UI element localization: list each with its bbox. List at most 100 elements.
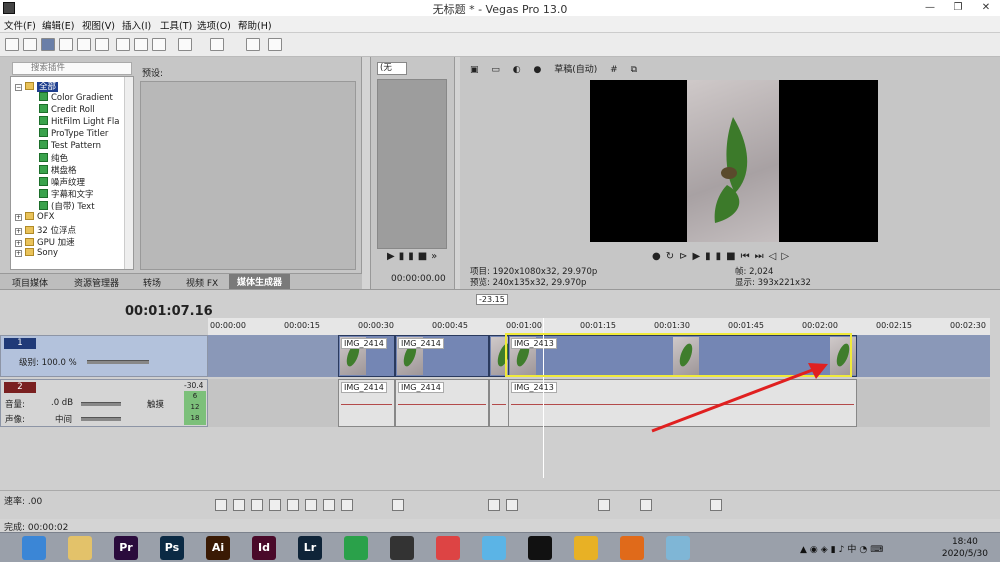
taskbar-app-blue-icon[interactable] — [482, 536, 506, 560]
expand-icon[interactable]: + — [15, 214, 22, 221]
taskbar-illustrator-icon[interactable]: Ai — [206, 536, 230, 560]
record-icon[interactable] — [215, 499, 227, 511]
tree-item[interactable]: Credit Roll — [39, 104, 95, 115]
timeline-marker[interactable]: -23.15 — [476, 294, 508, 305]
tab-transitions[interactable]: 转场 — [143, 276, 161, 289]
copy-icon[interactable] — [134, 38, 148, 51]
taskbar-explorer-icon[interactable] — [68, 536, 92, 560]
volume-slider[interactable] — [81, 402, 121, 406]
marker-icon[interactable] — [598, 499, 610, 511]
paste-icon[interactable] — [152, 38, 166, 51]
split-screen-icon[interactable]: ◐ — [513, 65, 521, 75]
loop-icon[interactable] — [233, 499, 245, 511]
menu-edit[interactable]: 编辑(E) — [42, 18, 74, 32]
taskbar-indesign-icon[interactable]: Id — [252, 536, 276, 560]
go-to-end-icon[interactable] — [341, 499, 353, 511]
close-button[interactable]: ✕ — [972, 0, 1000, 16]
taskbar-app-green-icon[interactable] — [344, 536, 368, 560]
video-clip[interactable]: IMG_2414 — [338, 335, 395, 377]
pan-slider[interactable] — [81, 417, 121, 421]
expand-icon[interactable]: + — [15, 228, 22, 235]
menu-options[interactable]: 选项(O) — [197, 18, 231, 32]
audio-clip[interactable]: IMG_2414 — [395, 379, 489, 427]
menu-help[interactable]: 帮助(H) — [238, 18, 272, 32]
tree-item[interactable]: HitFilm Light Fla — [39, 116, 119, 127]
cut-icon[interactable] — [116, 38, 130, 51]
touch-label[interactable]: 触摸 — [147, 398, 164, 410]
save-icon[interactable] — [41, 38, 55, 51]
render-icon[interactable] — [77, 38, 91, 51]
ripple-icon[interactable] — [710, 499, 722, 511]
menu-view[interactable]: 视图(V) — [82, 18, 115, 32]
brush-icon[interactable] — [246, 38, 260, 51]
tab-video-fx[interactable]: 视频 FX — [186, 276, 218, 289]
tree-item[interactable]: 字幕和文字 — [39, 188, 94, 200]
menu-tools[interactable]: 工具(T) — [160, 18, 192, 32]
taskbar-ie-icon[interactable] — [22, 536, 46, 560]
tab-explorer[interactable]: 资源管理器 — [74, 276, 119, 289]
trimmer-select[interactable]: (无 — [377, 62, 407, 75]
tree-item[interactable]: 纯色 — [39, 152, 68, 164]
open-icon[interactable] — [23, 38, 37, 51]
help-pointer-icon[interactable] — [268, 38, 282, 51]
tree-item[interactable]: + GPU 加速 — [15, 236, 75, 248]
undo-icon[interactable] — [178, 38, 192, 51]
audio-clip[interactable]: IMG_2414 — [338, 379, 395, 427]
delete-icon[interactable] — [488, 499, 500, 511]
plugin-search-input[interactable]: 搜索插件 — [12, 62, 132, 75]
preview-quality-select[interactable]: 草稿(自动) — [554, 65, 597, 75]
taskbar-app-note-icon[interactable] — [666, 536, 690, 560]
pause-icon[interactable] — [287, 499, 299, 511]
preview-transport[interactable]: ●↻⊳▶▮▮■⏮⏭◁▷ — [652, 251, 794, 262]
tree-item[interactable]: Test Pattern — [39, 140, 101, 151]
tree-item[interactable]: (自带) Text — [39, 200, 95, 212]
taskbar-qq-icon[interactable] — [528, 536, 552, 560]
expand-icon[interactable]: − — [15, 84, 22, 91]
audio-clip[interactable] — [489, 379, 509, 427]
maximize-button[interactable]: ❐ — [944, 0, 972, 16]
edit-tool-icon[interactable] — [392, 499, 404, 511]
taskbar-premiere-icon[interactable]: Pr — [114, 536, 138, 560]
play-icon[interactable] — [269, 499, 281, 511]
expand-icon[interactable]: + — [15, 250, 22, 257]
save-as-icon[interactable] — [59, 38, 73, 51]
preview-settings-icon[interactable]: ▣ — [470, 65, 479, 75]
video-track-header[interactable]: 1 级别: 100.0 % — [0, 335, 208, 377]
minimize-button[interactable]: — — [916, 0, 944, 16]
overlay-icon[interactable]: ● — [534, 65, 542, 75]
tree-item[interactable]: − 全部 — [15, 80, 59, 92]
tree-scrollbar[interactable] — [124, 77, 133, 269]
video-level-slider[interactable] — [87, 360, 149, 364]
taskbar-photoshop-icon[interactable]: Ps — [160, 536, 184, 560]
audio-track-header[interactable]: 2 音量: .0 dB 触摸 声像: 中间 -30.4 6 12 18 — [0, 379, 208, 427]
taskbar-vegas-icon[interactable] — [390, 536, 414, 560]
trimmer-transport[interactable]: ▶▮▮■» — [387, 251, 441, 262]
go-to-start-icon[interactable] — [323, 499, 335, 511]
audio-track-lane[interactable]: IMG_2414 IMG_2414 IMG_2413 — [208, 379, 990, 427]
trim-icon[interactable] — [506, 499, 518, 511]
external-monitor-icon[interactable]: ▭ — [491, 65, 500, 75]
taskbar-chrome-icon[interactable] — [574, 536, 598, 560]
play-from-start-icon[interactable] — [251, 499, 263, 511]
presets-list[interactable] — [140, 81, 356, 270]
menu-insert[interactable]: 插入(I) — [122, 18, 151, 32]
tree-item[interactable]: + Sony — [15, 248, 58, 258]
snapshot-icon[interactable]: ⧉ — [631, 65, 637, 75]
expand-icon[interactable]: + — [15, 240, 22, 247]
stop-icon[interactable] — [305, 499, 317, 511]
redo-icon[interactable] — [210, 38, 224, 51]
tree-item[interactable]: Color Gradient — [39, 92, 113, 103]
tab-project-media[interactable]: 项目媒体 — [12, 276, 48, 289]
taskbar-lightroom-icon[interactable]: Lr — [298, 536, 322, 560]
system-tray[interactable]: ▲◉◈▮♪中◔⌨ — [800, 542, 886, 555]
video-clip[interactable]: IMG_2414 — [395, 335, 489, 377]
tree-item[interactable]: 噪声纹理 — [39, 176, 85, 188]
snapping-icon[interactable] — [640, 499, 652, 511]
taskbar-clock[interactable]: 18:40 2020/5/30 — [942, 536, 988, 560]
tree-item[interactable]: ProType Titler — [39, 128, 108, 139]
tree-item[interactable]: + OFX — [15, 212, 54, 222]
taskbar-app-colors-icon[interactable] — [436, 536, 460, 560]
grid-icon[interactable]: # — [610, 65, 618, 75]
menu-file[interactable]: 文件(F) — [4, 18, 36, 32]
new-icon[interactable] — [5, 38, 19, 51]
